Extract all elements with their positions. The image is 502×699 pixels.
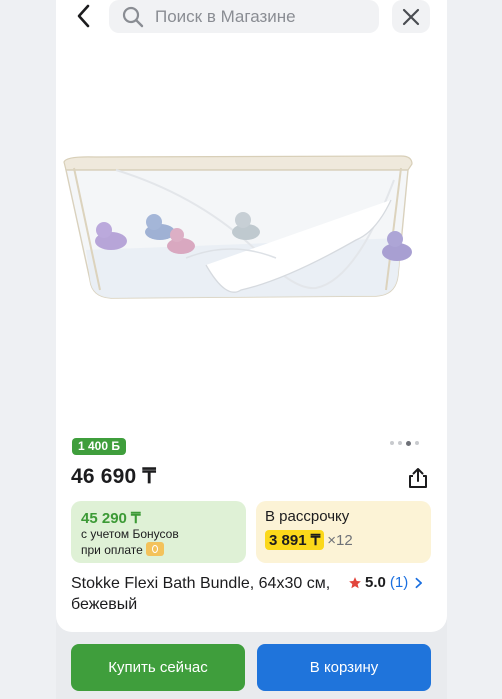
pagination-dot[interactable] [415, 441, 419, 445]
search-bar[interactable] [109, 0, 379, 33]
installment-row: 3 891 ₸ ×12 [265, 530, 353, 550]
rating-count[interactable]: (1) [390, 574, 408, 591]
bonus-price-option[interactable]: 45 290 ₸ с учетом Бонусов при оплате [71, 501, 246, 563]
product-card: 1 400 Б 46 690 ₸ 45 290 ₸ с учетом Бонус… [56, 0, 447, 632]
image-pagination[interactable] [390, 440, 419, 446]
buy-now-button[interactable]: Купить сейчас [71, 644, 245, 691]
bonus-note-line2-wrap: при оплате [81, 542, 179, 558]
back-button[interactable] [68, 0, 100, 32]
bonus-note: с учетом Бонусов при оплате [81, 527, 179, 558]
right-gutter [447, 0, 502, 699]
bonus-badge: 1 400 Б [72, 438, 126, 455]
pagination-dot[interactable] [398, 441, 402, 445]
product-photo[interactable] [56, 140, 447, 305]
bonus-note-line1: с учетом Бонусов [81, 527, 179, 541]
rating-value: 5.0 [365, 574, 386, 591]
star-icon [349, 576, 361, 588]
search-icon [122, 6, 144, 27]
chevron-left-icon [77, 4, 90, 28]
bonus-note-line2: при оплате [81, 543, 143, 557]
top-bar [56, 0, 447, 36]
pagination-dot[interactable] [390, 441, 394, 445]
product-price: 46 690 ₸ [71, 465, 157, 488]
left-gutter [0, 0, 56, 699]
bonus-coin-icon [145, 542, 164, 556]
pagination-dot-active[interactable] [406, 440, 411, 446]
share-icon[interactable] [406, 466, 430, 490]
close-button[interactable] [392, 0, 430, 33]
chevron-right-icon [415, 577, 423, 588]
installment-amount: 3 891 ₸ [265, 530, 325, 550]
installment-times: ×12 [327, 531, 353, 549]
close-icon [402, 8, 420, 25]
installment-option[interactable]: В рассрочку 3 891 ₸ ×12 [256, 501, 431, 563]
product-title: Stokke Flexi Bath Bundle, 64x30 см, беже… [71, 575, 331, 613]
search-input[interactable] [153, 0, 377, 33]
add-to-cart-button[interactable]: В корзину [257, 644, 431, 691]
rating-link[interactable]: 5.0 (1) [348, 574, 424, 591]
installment-label: В рассрочку [265, 508, 350, 525]
bonus-price: 45 290 ₸ [81, 510, 141, 527]
